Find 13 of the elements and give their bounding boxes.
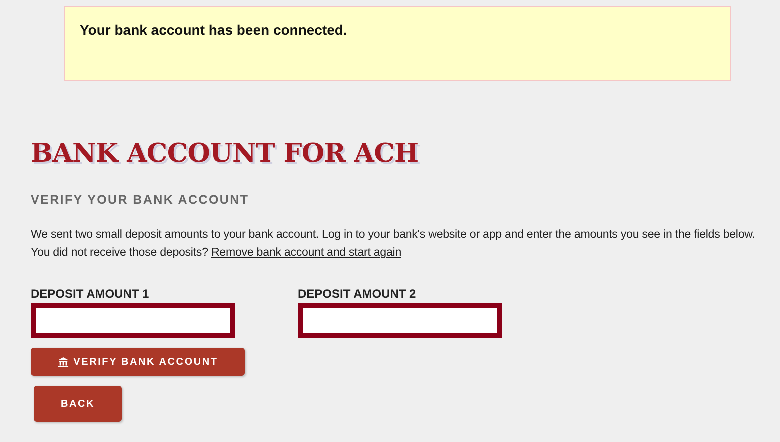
deposit-input[interactable] (31, 303, 235, 338)
instructions-text: We sent two small deposit amounts to your bank account. Log in to your bank's website or app and enter the amounts you see in the fields below. (31, 227, 756, 243)
section-heading: VERIFY YOUR BANK ACCOUNT (31, 192, 250, 208)
remove-account-link[interactable]: Remove bank account and start again (211, 246, 402, 259)
back-button[interactable]: BACK (34, 386, 122, 422)
page-title: BANK ACCOUNT FOR ACH (31, 138, 420, 171)
field-label: DEPOSIT AMOUNT 1 (31, 287, 150, 301)
notice-message: Your bank account has been connected. (80, 22, 348, 38)
verify-button[interactable]: VERIFY BANK ACCOUNT (31, 348, 245, 376)
bank-icon (58, 356, 69, 368)
deposit-input[interactable] (298, 303, 502, 338)
field-label: DEPOSIT AMOUNT 2 (298, 287, 418, 301)
retry-text: You did not receive those deposits? Remove bank account and start again (31, 245, 402, 261)
